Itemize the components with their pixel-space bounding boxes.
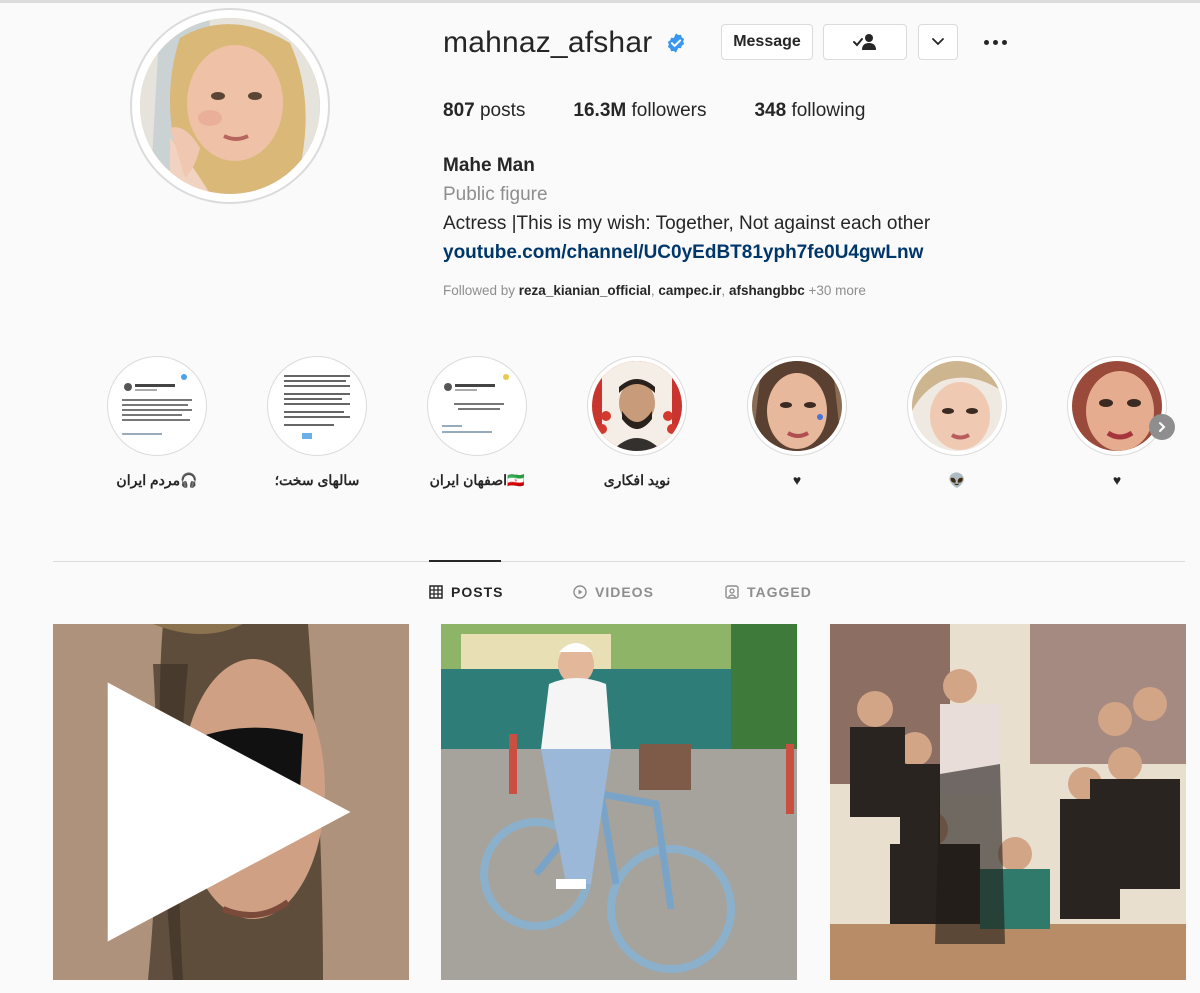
followed-by-user[interactable]: campec.ir: [658, 283, 721, 298]
highlight-item[interactable]: مردم ایران🎧: [105, 356, 209, 489]
highlight-label: مردم ایران🎧: [116, 472, 198, 488]
following-stat[interactable]: 348 following: [754, 100, 865, 122]
followed-by-separator: ,: [721, 283, 729, 298]
followers-count: 16.3M: [573, 100, 627, 121]
more-dot-icon: [983, 39, 989, 45]
profile-category: Public figure: [443, 184, 548, 205]
highlight-label: 👽: [948, 472, 966, 488]
highlight-cover: [432, 361, 522, 451]
verified-badge-icon: [665, 32, 687, 54]
profile-username: mahnaz_afshar: [443, 26, 653, 59]
highlight-label: اصفهان ایران🇮🇷: [429, 472, 525, 488]
posts-count: 807: [443, 100, 475, 121]
post-thumbnail[interactable]: [441, 624, 797, 980]
active-tab-indicator: [429, 560, 501, 562]
top-border: [0, 0, 1200, 3]
tagged-user-icon: [725, 585, 739, 599]
play-circle-icon: [573, 585, 587, 599]
profile-bio: Actress |This is my wish: Together, Not …: [443, 213, 931, 234]
chevron-right-icon: [1159, 422, 1166, 432]
followers-label: followers: [626, 100, 707, 121]
message-button[interactable]: Message: [721, 24, 813, 60]
highlight-label: ♥: [1112, 472, 1122, 488]
highlight-cover: [912, 361, 1002, 451]
more-dot-icon: [1001, 39, 1007, 45]
highlight-item[interactable]: نوید افکاری: [585, 356, 689, 489]
highlight-cover: [752, 361, 842, 451]
followed-by-user[interactable]: afshangbbc: [729, 283, 805, 298]
highlight-item[interactable]: اصفهان ایران🇮🇷: [425, 356, 529, 489]
following-count: 348: [754, 100, 787, 121]
followed-by-prefix: Followed by: [443, 283, 519, 298]
profile-stats: 807 posts 16.3M followers 348 following: [443, 100, 913, 122]
followed-by[interactable]: Followed by reza_kianian_official, campe…: [443, 283, 866, 298]
highlight-item[interactable]: ♥: [745, 356, 849, 488]
followed-by-user[interactable]: reza_kianian_official: [519, 283, 651, 298]
highlight-item[interactable]: سالهای سخت؛: [265, 356, 369, 489]
grid-icon: [429, 585, 443, 599]
highlight-cover: [1072, 361, 1162, 451]
tab-videos-label: VIDEOS: [595, 584, 654, 600]
tab-videos[interactable]: VIDEOS: [573, 584, 654, 600]
post-thumbnail[interactable]: [830, 624, 1186, 980]
avatar-image: [140, 18, 320, 194]
posts-label: posts: [474, 100, 526, 121]
highlight-label: نوید افکاری: [603, 472, 671, 488]
tab-tagged[interactable]: TAGGED: [725, 584, 812, 600]
more-options-button[interactable]: [978, 30, 1012, 54]
followers-stat[interactable]: 16.3M followers: [573, 100, 706, 122]
video-icon: [107, 682, 351, 942]
following-button[interactable]: [823, 24, 907, 60]
person-check-icon: [853, 34, 876, 50]
tab-posts-label: POSTS: [451, 584, 504, 600]
highlight-label: سالهای سخت؛: [274, 472, 360, 488]
profile-external-link[interactable]: youtube.com/channel/UC0yEdBT81yph7fe0U4g…: [443, 242, 923, 264]
highlight-cover: [272, 361, 362, 451]
post-thumbnail[interactable]: [53, 624, 409, 980]
profile-full-name: Mahe Man: [443, 155, 535, 176]
highlight-item[interactable]: 👽: [905, 356, 1009, 489]
highlight-label: ♥: [792, 472, 802, 488]
highlight-cover: [592, 361, 682, 451]
highlights-next-button[interactable]: [1149, 414, 1175, 440]
following-label: following: [786, 100, 866, 121]
posts-stat: 807 posts: [443, 100, 525, 122]
more-dot-icon: [992, 39, 998, 45]
highlight-cover: [112, 361, 202, 451]
followed-by-more: +30 more: [804, 283, 866, 298]
profile-avatar[interactable]: [130, 8, 330, 204]
suggested-dropdown-button[interactable]: [918, 24, 958, 60]
tab-tagged-label: TAGGED: [747, 584, 812, 600]
chevron-down-icon: [932, 38, 944, 46]
tab-posts[interactable]: POSTS: [429, 584, 503, 600]
tabs-divider: [53, 561, 1185, 562]
